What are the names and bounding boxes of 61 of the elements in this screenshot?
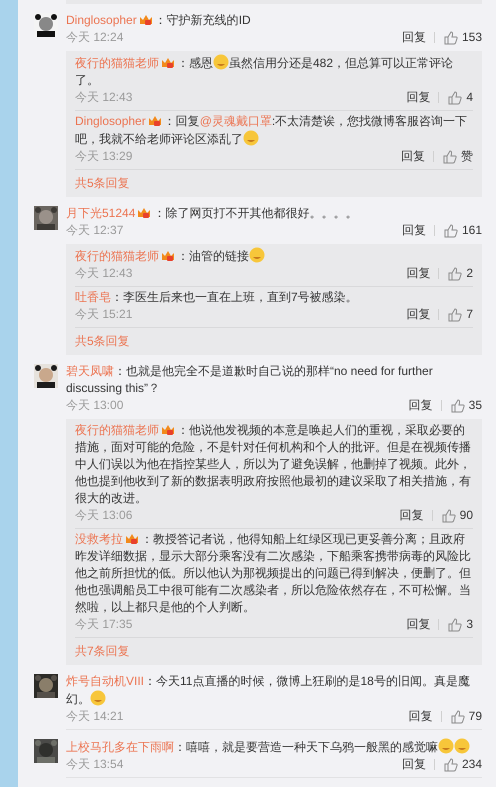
emoji-icon	[213, 54, 229, 70]
like-button[interactable]: 153	[442, 29, 482, 46]
timestamp: 今天 17:35	[75, 616, 132, 633]
like-button[interactable]: 90	[440, 507, 473, 524]
reply-link[interactable]: 回复	[406, 89, 430, 106]
like-button[interactable]: 35	[450, 397, 482, 414]
thumbs-up-icon	[447, 617, 462, 632]
reply-link[interactable]: 回复	[402, 756, 426, 773]
reply-link[interactable]: 回复	[408, 397, 433, 414]
comment-text: 夜行的猫猫老师 ：油管的链接	[75, 247, 473, 265]
comment-text: 夜行的猫猫老师 ：他说他发视频的本意是唤起人们的重视，采取必要的措施，面对可能的危险，不是针对任何机构和个人的批评。但是在视频传播中人们误以为他在指控某些人，所以为了避免误解，他删掉了视频。此外，他也提到他收到了新的数据表明政府按照他最初的建议采取了相关措施，有很大的改进。	[75, 422, 472, 507]
comment-text: 上校马孔多在下雨啊：嘻嘻，就是要营造一种天下乌鸦一般黑的感觉嘛	[66, 738, 482, 756]
thumbs-up-icon	[447, 90, 462, 105]
thumbs-up-icon	[442, 149, 457, 164]
thumbs-up-icon	[442, 223, 458, 238]
like-button[interactable]: 2	[447, 265, 473, 282]
timestamp: 今天 12:24	[66, 29, 124, 46]
timestamp: 今天 13:29	[75, 148, 132, 165]
timestamp: 今天 13:54	[66, 756, 124, 773]
timestamp: 今天 12:37	[66, 222, 124, 239]
comment-text: 月下光51244 ：除了网页打不开其他都很好。。。。	[66, 205, 358, 222]
emoji-icon	[454, 738, 470, 754]
timestamp: 今天 15:21	[75, 306, 132, 323]
comment-text: 没救考拉 ：教授答记者说，他得知船上红绿区现已更妥善分离；且政府昨发详细数据，显示大部分乘客没有二次感染，下船乘客携带病毒的风险比他之前所担忧的低。所以他认为那视频提出的问题已得到解决，便删了。但他也强调船员工中很可能有二次感染者，所以危险依然存在，不可松懈。当然啦，以上都只是他的个人判断。	[75, 531, 472, 616]
reply-link[interactable]: 回复	[406, 306, 430, 323]
timestamp: 今天 13:06	[75, 507, 132, 524]
like-button[interactable]: 4	[447, 89, 473, 106]
comment-text: Dinglosopher ：回复@灵魂戴口罩:不太清楚诶，您找微博客服咨询一下吧，我就不给老师评论区添乱了	[75, 113, 468, 148]
like-button[interactable]: 赞	[442, 148, 473, 165]
timestamp: 今天 12:43	[75, 89, 132, 106]
thumbs-up-icon	[447, 266, 462, 281]
thumbs-up-icon	[447, 307, 462, 322]
thumbs-up-icon	[450, 398, 465, 413]
like-button[interactable]: 79	[450, 708, 482, 725]
timestamp: 今天 14:21	[66, 708, 124, 725]
emoji-icon	[249, 247, 265, 263]
comment-text: 夜行的猫猫老师 ：感恩 虽然信用分还是482，但总算可以正常评论了。	[75, 54, 454, 89]
emoji-icon	[90, 690, 106, 706]
reply-link[interactable]: 回复	[402, 29, 426, 46]
thumbs-up-icon	[450, 709, 465, 724]
comment-text: 碧天凤啸：也就是他完全不是道歉时自己说的那样“no need for further discussing this”？	[66, 363, 434, 397]
like-button[interactable]: 234	[442, 756, 482, 773]
reply-link[interactable]: 回复	[408, 708, 433, 725]
like-button[interactable]: 7	[447, 306, 473, 323]
thumbs-up-icon	[442, 757, 458, 772]
timestamp: 今天 12:43	[75, 265, 132, 282]
reply-link[interactable]: 回复	[406, 616, 430, 633]
reply-link[interactable]: 回复	[401, 148, 425, 165]
emoji-icon	[438, 738, 454, 754]
comment-text: 炸号自动机VIII：今天11点直播的时候，微博上狂刷的是18号的旧闻。真是魔幻。	[66, 673, 471, 708]
thumbs-up-icon	[440, 508, 456, 523]
reply-link[interactable]: 回复	[406, 265, 430, 282]
timestamp: 今天 13:00	[66, 397, 124, 414]
like-button[interactable]: 3	[447, 616, 473, 633]
reply-link[interactable]: 回复	[400, 507, 424, 524]
reply-link[interactable]: 回复	[402, 222, 426, 239]
emoji-icon	[243, 130, 259, 146]
like-button[interactable]: 161	[442, 222, 482, 239]
comment-text: Dinglosopher ：守护新充线的ID	[66, 12, 252, 29]
comment-text: 吐香皂：李医生后来也一直在上班，直到7号被感染。	[75, 289, 359, 306]
thumbs-up-icon	[442, 30, 458, 45]
